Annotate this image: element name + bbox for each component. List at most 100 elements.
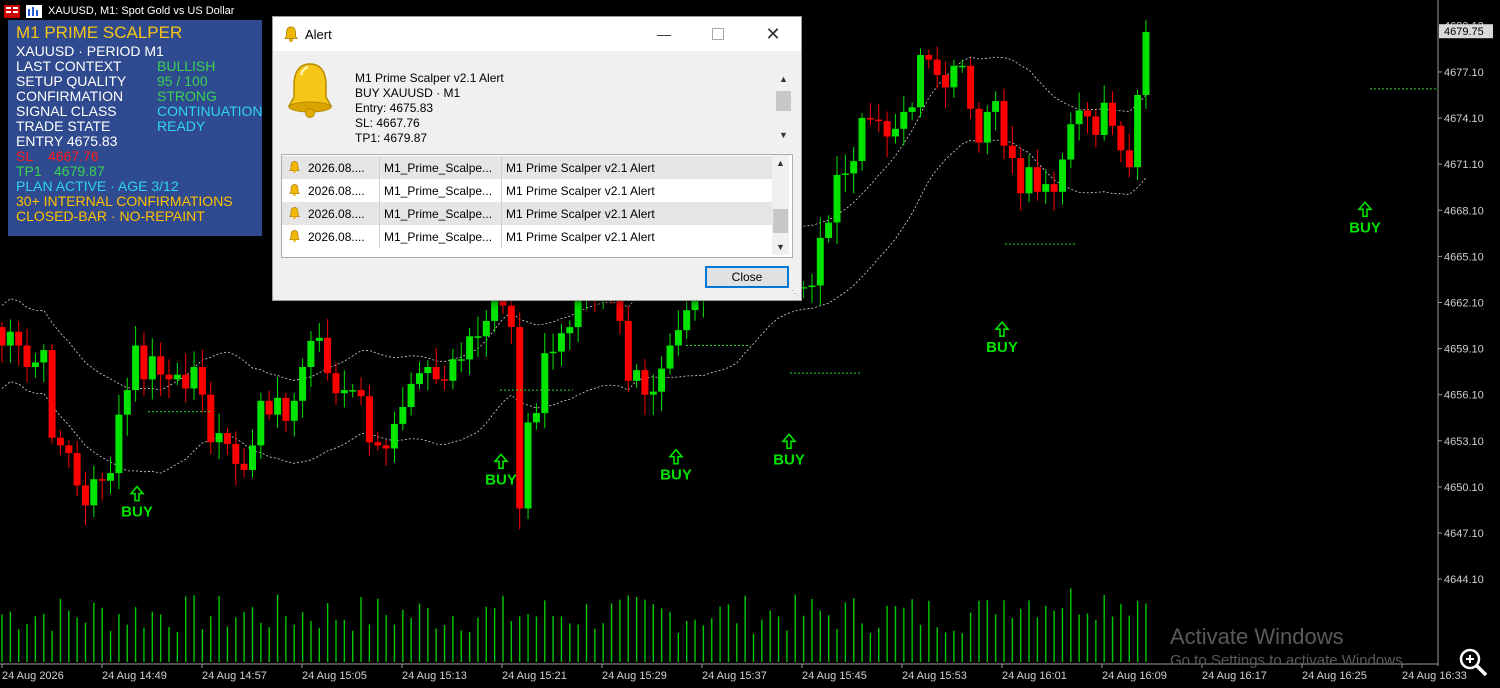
tp-value: 4679.87 — [54, 163, 105, 179]
closed-bar-line: CLOSED-BAR · NO-REPAINT — [16, 208, 205, 224]
list-item[interactable]: 2026.08.... M1_Prime_Scalpe... M1 Prime … — [282, 225, 772, 248]
candle-body — [633, 370, 641, 381]
candle-body — [1142, 32, 1150, 95]
candle-body — [1075, 110, 1083, 125]
expert-icon[interactable] — [26, 4, 42, 18]
scroll-down-icon[interactable]: ▼ — [772, 239, 789, 255]
candle-body — [674, 330, 682, 346]
candle-body — [223, 433, 231, 444]
candle-body — [1134, 95, 1142, 168]
chart-title: XAUUSD, M1: Spot Gold vs US Dollar — [48, 5, 235, 17]
row-text: M1 Prime Scalper v2.1 Alert — [506, 184, 655, 198]
candle-body — [56, 437, 64, 446]
candle-body — [983, 111, 991, 143]
buy-arrow-icon — [781, 433, 797, 450]
price-tick-label: 4653.10 — [1444, 436, 1484, 448]
resize-grip-icon[interactable]: ⋱ — [791, 289, 799, 298]
candle-body — [866, 118, 874, 120]
price-tick-label: 4656.10 — [1444, 390, 1484, 402]
candle-body — [1092, 116, 1100, 135]
alert-title-bar[interactable]: Alert — ✕ — [273, 17, 801, 51]
candle-body — [449, 359, 457, 381]
scroll-thumb[interactable] — [773, 209, 788, 233]
candle-body — [1117, 125, 1125, 151]
candle-body — [249, 445, 256, 470]
minimize-button[interactable]: — — [641, 21, 687, 47]
candle-body — [967, 65, 975, 109]
candle-body — [90, 479, 98, 506]
list-scrollbar[interactable]: ▲ ▼ — [772, 155, 789, 255]
candle-body — [0, 327, 6, 346]
sl-label: SL — [16, 148, 34, 164]
scalper-info-panel: M1 PRIME SCALPER XAUUSD · PERIOD M1 LAST… — [8, 20, 263, 236]
candle-body — [683, 310, 691, 331]
candle-body — [215, 433, 223, 443]
buy-signal-label: BUY — [1349, 219, 1381, 236]
value: 95 / 100 — [157, 73, 208, 89]
price-tick-label: 4668.10 — [1444, 205, 1484, 217]
candle-body — [82, 485, 89, 506]
candle-body — [157, 356, 165, 375]
candle-body — [950, 65, 958, 88]
candle-body — [574, 299, 582, 328]
scroll-up-icon[interactable]: ▲ — [772, 155, 789, 171]
value: BULLISH — [157, 58, 216, 74]
candle-body — [274, 397, 282, 415]
buy-arrow-icon — [668, 448, 684, 465]
time-tick-label: 24 Aug 16:09 — [1102, 670, 1167, 682]
close-button[interactable]: Close — [705, 266, 789, 288]
current-price-label: 4679.75 — [1444, 26, 1484, 38]
candle-body — [883, 121, 891, 137]
list-item[interactable]: 2026.08.... M1_Prime_Scalpe... M1 Prime … — [282, 179, 772, 202]
scroll-up-icon[interactable]: ▲ — [775, 71, 792, 87]
price-tick-label: 4665.10 — [1444, 251, 1484, 263]
time-tick-label: 24 Aug 15:45 — [802, 670, 867, 682]
bell-icon — [289, 161, 300, 173]
row-date: 2026.08.... — [308, 184, 365, 198]
candle-body — [73, 453, 81, 486]
price-tick-label: 4677.10 — [1444, 67, 1484, 79]
candle-body — [165, 374, 173, 380]
label: TRADE STATE — [16, 118, 111, 134]
candle-body — [1084, 110, 1091, 117]
maximize-button[interactable] — [695, 21, 741, 47]
list-item[interactable]: 2026.08.... M1_Prime_Scalpe... M1 Prime … — [282, 156, 772, 179]
zoom-icon[interactable] — [1456, 645, 1490, 679]
candle-body — [825, 222, 833, 238]
row-text: M1 Prime Scalper v2.1 Alert — [506, 161, 655, 175]
row-setup-quality: SETUP QUALITY 95 / 100 — [16, 74, 208, 89]
row-signal-class: SIGNAL CLASS CONTINUATION — [16, 104, 263, 119]
candle-body — [858, 118, 866, 161]
candle-body — [541, 353, 549, 414]
time-tick-label: 24 Aug 15:13 — [402, 670, 467, 682]
row-confirmation: CONFIRMATION STRONG — [16, 89, 217, 104]
candle-body — [908, 107, 916, 112]
buy-arrow-icon — [129, 485, 145, 502]
list-item[interactable]: 2026.08.... M1_Prime_Scalpe... M1 Prime … — [282, 202, 772, 225]
candle-body — [1033, 167, 1041, 192]
time-tick-label: 24 Aug 16:01 — [1002, 670, 1067, 682]
sl-line: SL 4667.76 — [16, 148, 99, 164]
bell-icon — [284, 26, 298, 42]
candle-body — [390, 423, 398, 449]
candle-body — [324, 337, 332, 374]
chart-menu-icon[interactable] — [4, 4, 20, 18]
message-line: SL: 4667.76 — [355, 116, 420, 130]
candle-body — [1042, 184, 1050, 192]
message-scrollbar[interactable]: ▲ ▼ — [775, 71, 792, 143]
entry-line: ENTRY 4675.83 — [16, 133, 118, 149]
candle-body — [407, 383, 415, 407]
price-tick-label: 4644.10 — [1444, 574, 1484, 586]
candle-body — [232, 443, 240, 464]
alert-list: 2026.08.... M1_Prime_Scalpe... M1 Prime … — [281, 154, 793, 258]
candle-body — [992, 101, 1000, 112]
scroll-down-icon[interactable]: ▼ — [775, 127, 792, 143]
candle-body — [340, 390, 348, 394]
close-window-button[interactable]: ✕ — [750, 21, 796, 47]
candle-body — [416, 373, 423, 384]
price-tick-label: 4671.10 — [1444, 159, 1484, 171]
row-expert: M1_Prime_Scalpe... — [384, 230, 493, 244]
bell-icon — [289, 184, 300, 196]
candle-body — [1067, 124, 1075, 160]
scroll-thumb[interactable] — [776, 91, 791, 111]
